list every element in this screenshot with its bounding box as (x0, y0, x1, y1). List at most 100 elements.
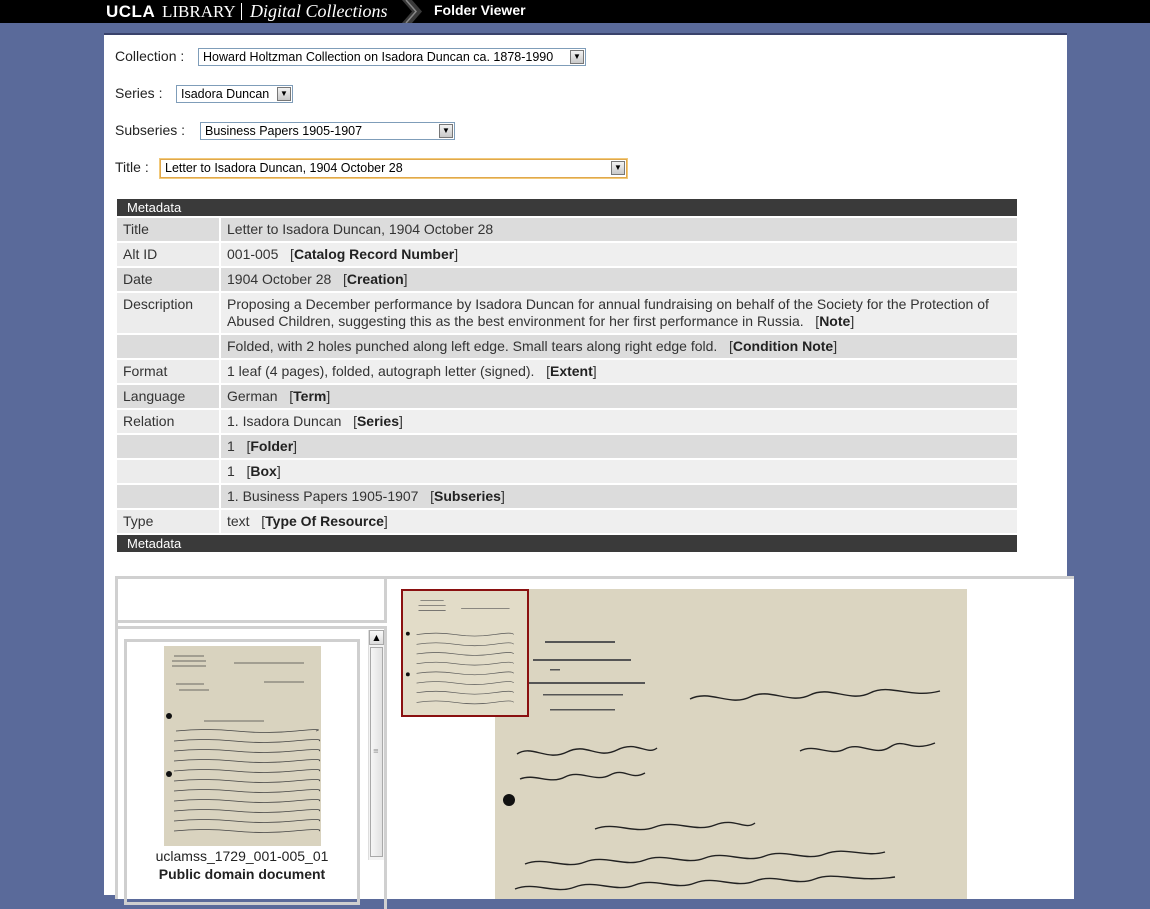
subseries-select[interactable]: Business Papers 1905-1907 ▼ (200, 122, 455, 140)
metadata-value-text: Letter to Isadora Duncan, 1904 October 2… (227, 221, 494, 237)
qualifier-bracket: [ (717, 338, 733, 354)
metadata-qualifier: Term (293, 388, 327, 404)
title-value: Letter to Isadora Duncan, 1904 October 2… (165, 161, 403, 175)
thumbnail-image[interactable] (164, 646, 321, 846)
metadata-row: Language German [Term] (117, 385, 1017, 408)
chevron-down-icon[interactable]: ▼ (277, 87, 291, 101)
document-viewer: uclamss_1729_001-005_01 Public domain do… (115, 576, 1074, 909)
metadata-row: Type text [Type Of Resource] (117, 510, 1017, 533)
metadata-table: Metadata Title Letter to Isadora Duncan, … (117, 199, 1017, 554)
thumbnail-list[interactable]: uclamss_1729_001-005_01 Public domain do… (118, 626, 387, 909)
chevron-down-icon[interactable]: ▼ (611, 161, 625, 175)
series-select[interactable]: Isadora Duncan ▼ (176, 85, 293, 103)
qualifier-bracket: [ (803, 313, 820, 329)
qualifier-bracket: [ (278, 246, 294, 262)
qualifier-bracket: ] (399, 413, 403, 429)
metadata-key: Relation (117, 410, 219, 433)
metadata-qualifier: Box (250, 463, 277, 479)
brand-divider (241, 3, 242, 20)
metadata-value: 1 [Folder] (221, 435, 1017, 458)
metadata-value-text: 1 leaf (4 pages), folded, autograph lett… (227, 363, 535, 379)
metadata-value-text: German (227, 388, 278, 404)
metadata-value-text: Proposing a December performance by Isad… (227, 296, 989, 329)
qualifier-bracket: ] (833, 338, 838, 354)
metadata-key: Alt ID (117, 243, 219, 266)
metadata-value: 001-005 [Catalog Record Number] (221, 243, 1017, 266)
document-page-image[interactable] (495, 589, 967, 899)
metadata-value-text: 1 (227, 463, 235, 479)
page-view[interactable] (388, 579, 1074, 899)
qualifier-bracket: [ (341, 413, 357, 429)
thumbnail-toolbar (118, 579, 387, 623)
metadata-value-text: text (227, 513, 250, 529)
brand-digital-collections[interactable]: Digital Collections (250, 0, 388, 23)
metadata-key (117, 460, 219, 483)
metadata-value-text: 1 (227, 438, 235, 454)
top-banner: UCLA LIBRARY Digital Collections Folder … (0, 0, 1150, 23)
qualifier-bracket: ] (850, 313, 855, 329)
metadata-row: Format 1 leaf (4 pages), folded, autograp… (117, 360, 1017, 383)
metadata-qualifier: Series (356, 413, 400, 429)
metadata-qualifier: Folder (250, 438, 294, 454)
metadata-value: Proposing a December performance by Isad… (221, 293, 1017, 333)
metadata-row: Folded, with 2 holes punched along left … (117, 335, 1017, 358)
chevron-down-icon[interactable]: ▼ (439, 124, 453, 138)
metadata-key (117, 485, 219, 508)
metadata-qualifier: Note (819, 313, 851, 329)
qualifier-bracket: ] (500, 488, 505, 504)
thumbnail-caption[interactable]: uclamss_1729_001-005_01 (127, 848, 357, 864)
metadata-row: 1 [Folder] (117, 435, 1017, 458)
qualifier-bracket: ] (592, 363, 597, 379)
metadata-row: Title Letter to Isadora Duncan, 1904 Octo… (117, 218, 1017, 241)
metadata-value: Letter to Isadora Duncan, 1904 October 2… (221, 218, 1017, 241)
title-select[interactable]: Letter to Isadora Duncan, 1904 October 2… (160, 159, 627, 178)
qualifier-bracket: [ (331, 271, 347, 287)
collection-label: Collection : (115, 48, 185, 64)
metadata-key: Language (117, 385, 219, 408)
metadata-row: Alt ID 001-005 [Catalog Record Number] (117, 243, 1017, 266)
metadata-qualifier: Subseries (434, 488, 501, 504)
metadata-row: Description Proposing a December performa… (117, 293, 1017, 333)
qualifier-bracket: [ (277, 388, 294, 404)
qualifier-bracket: ] (403, 271, 408, 287)
qualifier-bracket: [ (234, 463, 251, 479)
breadcrumb-chevron-icon (402, 0, 422, 23)
metadata-value: 1 leaf (4 pages), folded, autograph lett… (221, 360, 1017, 383)
subseries-value: Business Papers 1905-1907 (205, 124, 363, 138)
grip-icon: ≡ (373, 747, 379, 755)
metadata-qualifier: Condition Note (732, 338, 834, 354)
metadata-key: Description (117, 293, 219, 333)
breadcrumb-folder-viewer: Folder Viewer (434, 2, 526, 18)
main-panel: Collection : Howard Holtzman Collection … (104, 33, 1074, 909)
scroll-up-arrow-icon[interactable]: ▲ (369, 630, 384, 645)
qualifier-bracket: [ (418, 488, 435, 504)
metadata-qualifier: Creation (346, 271, 404, 287)
brand-ucla[interactable]: UCLA (106, 0, 155, 23)
qualifier-bracket: [ (249, 513, 266, 529)
qualifier-bracket: [ (234, 438, 251, 454)
qualifier-bracket: [ (534, 363, 550, 379)
metadata-row: Relation 1. Isadora Duncan [Series] (117, 410, 1017, 433)
qualifier-bracket: ] (326, 388, 331, 404)
qualifier-bracket: ] (293, 438, 298, 454)
metadata-row: 1. Business Papers 1905-1907 [Subseries] (117, 485, 1017, 508)
metadata-value: German [Term] (221, 385, 1017, 408)
metadata-value-text: Folded, with 2 holes punched along left … (227, 338, 718, 354)
metadata-value-text: 1. Business Papers 1905-1907 (227, 488, 419, 504)
thumbnail-scrollbar[interactable]: ▲ ≡ (368, 630, 384, 860)
chevron-down-icon[interactable]: ▼ (570, 50, 584, 64)
metadata-value: text [Type Of Resource] (221, 510, 1017, 533)
metadata-value: 1 [Box] (221, 460, 1017, 483)
collection-select[interactable]: Howard Holtzman Collection on Isadora Du… (198, 48, 586, 66)
metadata-qualifier: Catalog Record Number (293, 246, 455, 262)
metadata-value: 1. Business Papers 1905-1907 [Subseries] (221, 485, 1017, 508)
metadata-value-text: 1. Isadora Duncan (227, 413, 342, 429)
brand-library[interactable]: LIBRARY (162, 0, 236, 23)
thumbnail-card[interactable]: uclamss_1729_001-005_01 Public domain do… (124, 639, 360, 905)
metadata-footer: Metadata (117, 535, 1017, 552)
metadata-value-text: 001-005 (227, 246, 279, 262)
navigator-thumbnail[interactable] (401, 589, 529, 717)
metadata-qualifier: Type Of Resource (265, 513, 384, 529)
metadata-row: Date 1904 October 28 [Creation] (117, 268, 1017, 291)
scrollbar-thumb[interactable]: ≡ (370, 647, 383, 857)
